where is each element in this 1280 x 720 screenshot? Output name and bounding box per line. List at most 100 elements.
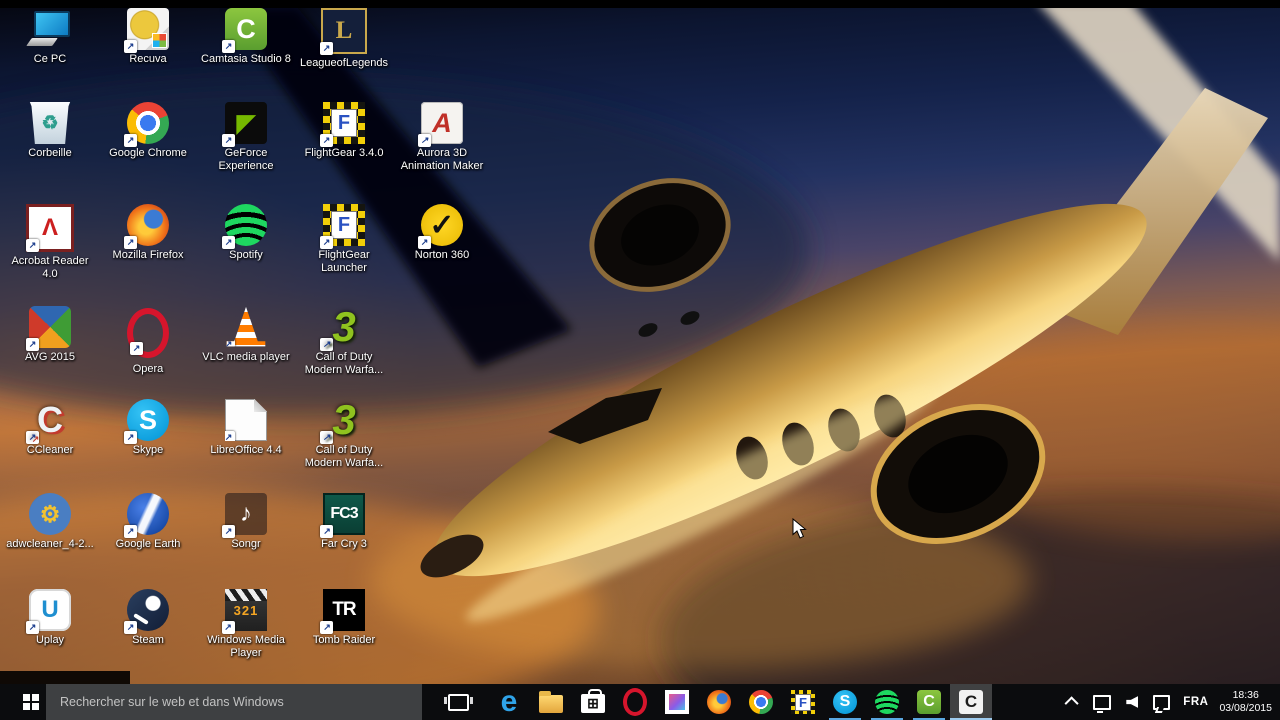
desktop-icon-libreoffice-4-4[interactable]: LibreOffice 4.4 (198, 399, 294, 457)
desktop-icon-leagueoflegends[interactable]: L LeagueofLegends (296, 8, 392, 70)
taskbar-app-windows-store[interactable]: ⊞ (572, 684, 614, 720)
taskbar-app-flightgear[interactable]: F (782, 684, 824, 720)
chevron-up-icon (1064, 696, 1079, 711)
action-center-button[interactable] (1151, 693, 1172, 712)
desktop-icon-mozilla-firefox[interactable]: Mozilla Firefox (100, 204, 196, 262)
desktop-icon-flightgear-3-4-0[interactable]: FFlightGear 3.4.0 (296, 102, 392, 160)
icon-label: Uplay (35, 634, 65, 646)
desktop-icon-recuva[interactable]: Recuva (100, 8, 196, 66)
taskbar-app-edge[interactable]: e (488, 684, 530, 720)
spotify-icon (222, 204, 267, 249)
taskbar-app-skype[interactable]: S (824, 684, 866, 720)
taskbar-app-opera[interactable] (614, 684, 656, 720)
language-indicator[interactable]: FRA (1183, 696, 1208, 708)
clock-time: 18:36 (1232, 688, 1259, 701)
spotify-icon (875, 690, 899, 714)
cod-modern-warfare-3-icon: 3 (320, 303, 365, 351)
shortcut-arrow-icon (222, 525, 235, 538)
taskbar-app-firefox[interactable] (698, 684, 740, 720)
desktop-icon-norton-360[interactable]: ✓Norton 360 (394, 204, 490, 262)
search-input[interactable] (46, 684, 422, 720)
shortcut-arrow-icon (320, 525, 333, 538)
icon-label: Tomb Raider (312, 634, 376, 646)
shortcut-arrow-icon (226, 338, 235, 347)
desktop-icon-google-chrome[interactable]: Google Chrome (100, 102, 196, 160)
icon-label: LeagueofLegends (299, 57, 389, 69)
action-center-icon (1153, 694, 1171, 710)
task-view-button[interactable] (438, 684, 478, 720)
network-button[interactable] (1091, 693, 1113, 713)
desktop-icon-far-cry-3[interactable]: FC3Far Cry 3 (296, 493, 392, 551)
desktop-icon-ce-pc[interactable]: Ce PC (2, 8, 98, 66)
icon-label: Recuva (129, 53, 167, 65)
firefox-icon (707, 690, 731, 714)
photos-icon (665, 690, 689, 714)
desktop-icon-flightgear-launcher[interactable]: FFlightGear Launcher (296, 204, 392, 275)
steam-icon (124, 589, 169, 634)
desktop-icon-spotify[interactable]: Spotify (198, 204, 294, 262)
desktop-icon-corbeille[interactable]: ♻ Corbeille (2, 102, 98, 160)
desktop-icon-steam[interactable]: Steam (100, 589, 196, 647)
google-chrome-icon (124, 102, 169, 147)
desktop-icons: Ce PCRecuvaCCamtasia Studio 8LLeagueofLe… (0, 0, 1280, 720)
mouse-cursor (792, 517, 808, 545)
windows-logo-icon (15, 694, 31, 710)
desktop-icon-uplay[interactable]: UUplay (2, 589, 98, 647)
taskbar-app-camtasia-studio[interactable]: C (908, 684, 950, 720)
desktop-icon-cod-modern-warfare-3[interactable]: 3Call of Duty Modern Warfa... (296, 303, 392, 377)
taskbar-app-file-explorer[interactable] (530, 684, 572, 720)
desktop-icon-vlc-media-player[interactable]: VLC media player (198, 306, 294, 364)
icon-label: Camtasia Studio 8 (201, 53, 291, 65)
desktop-icon-geforce-experience[interactable]: ◤GeForce Experience (198, 102, 294, 173)
windows-store-icon: ⊞ (581, 689, 605, 713)
icon-label: FlightGear Launcher (318, 249, 370, 274)
camtasia-studio-8-icon: C (222, 8, 267, 53)
icon-label: adwcleaner_4-2... (6, 538, 94, 550)
skype-icon: S (833, 690, 857, 714)
desktop-icon-songr[interactable]: ♪Songr (198, 493, 294, 551)
desktop-icon-camtasia-studio-8[interactable]: CCamtasia Studio 8 (198, 8, 294, 66)
icon-label: Far Cry 3 (321, 538, 367, 550)
desktop-icon-opera[interactable]: Opera (100, 306, 196, 376)
shortcut-arrow-icon (124, 236, 137, 249)
corbeille-icon: ♻ (29, 102, 71, 144)
uplay-icon: U (26, 589, 71, 634)
desktop-icon-windows-media-player[interactable]: 321Windows Media Player (198, 589, 294, 660)
shortcut-arrow-icon (320, 431, 333, 444)
network-icon (1093, 694, 1112, 713)
desktop-icon-tomb-raider[interactable]: TRTomb Raider (296, 589, 392, 647)
tray-chevron-button[interactable] (1064, 695, 1080, 711)
shortcut-arrow-icon (124, 431, 137, 444)
leagueoflegends-icon: L (320, 8, 367, 55)
clock[interactable]: 18:36 03/08/2015 (1219, 689, 1272, 715)
icon-label: AVG 2015 (25, 351, 75, 363)
desktop-icon-cod-modern-warfare-3-b[interactable]: 3Call of Duty Modern Warfa... (296, 396, 392, 470)
desktop-icon-adwcleaner[interactable]: ⚙ adwcleaner_4-2... (2, 493, 98, 551)
volume-button[interactable] (1124, 694, 1140, 710)
taskbar-app-photos[interactable] (656, 684, 698, 720)
geforce-experience-icon: ◤ (222, 102, 267, 147)
desktop-icon-avg-2015[interactable]: AVG 2015 (2, 306, 98, 364)
shortcut-arrow-icon (124, 621, 137, 634)
tomb-raider-icon: TR (320, 589, 365, 634)
taskbar-app-spotify[interactable] (866, 684, 908, 720)
recuva-icon (124, 8, 169, 53)
taskbar: e ⊞ FS CC FRA 18:36 03/08/2015 (0, 684, 1280, 720)
shortcut-arrow-icon (418, 236, 431, 249)
desktop-icon-skype[interactable]: SSkype (100, 399, 196, 457)
icon-label: Windows Media Player (207, 634, 285, 659)
shortcut-arrow-icon (130, 342, 143, 355)
system-tray: FRA 18:36 03/08/2015 (1064, 684, 1280, 720)
start-button[interactable] (0, 684, 46, 720)
desktop-icon-acrobat-reader[interactable]: Λ Acrobat Reader 4.0 (2, 204, 98, 281)
ce-pc-icon (29, 8, 71, 50)
taskbar-apps: e ⊞ F S C C (488, 684, 992, 720)
icon-label: Google Chrome (109, 147, 187, 159)
desktop-icon-aurora-3d-animation-maker[interactable]: AAurora 3D Animation Maker (394, 102, 490, 173)
desktop-icon-google-earth[interactable]: Google Earth (100, 493, 196, 551)
libreoffice-4-4-icon (225, 399, 267, 441)
desktop-icon-ccleaner[interactable]: CCCleaner (2, 399, 98, 457)
icon-label: GeForce Experience (218, 147, 274, 172)
taskbar-app-chrome[interactable] (740, 684, 782, 720)
taskbar-app-camtasia-recorder[interactable]: C (950, 684, 992, 720)
